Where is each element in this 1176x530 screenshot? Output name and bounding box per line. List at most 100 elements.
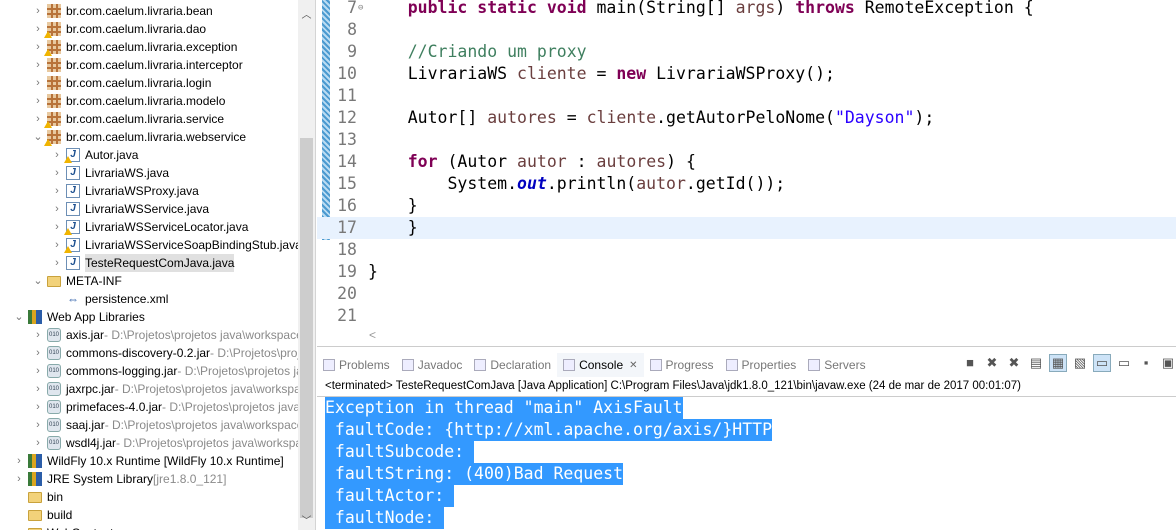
code-editor[interactable]: 7 ⊖ public static void main(String[] args… [317, 0, 1176, 346]
code-line[interactable]: 15 System.out.println(autor.getId()); [317, 173, 1176, 195]
chevron-right-icon[interactable]: › [50, 146, 64, 164]
tree-item[interactable]: ⌄ br.com.caelum.livraria.webservice [31, 128, 246, 146]
word-wrap-icon[interactable]: ▧ [1072, 355, 1088, 371]
tab-problems[interactable]: Problems [317, 353, 396, 377]
chevron-down-icon[interactable]: ⌄ [31, 128, 45, 146]
explorer-scrollbar-thumb[interactable] [300, 138, 313, 518]
code-line[interactable]: 11 [317, 85, 1176, 107]
chevron-right-icon[interactable]: › [50, 200, 64, 218]
chevron-right-icon[interactable]: › [50, 164, 64, 182]
chevron-right-icon[interactable]: › [12, 470, 26, 488]
tree-item[interactable]: › 010 commons-logging.jar - D:\Projetos\pr… [31, 362, 303, 380]
chevron-right-icon[interactable]: › [50, 182, 64, 200]
tree-item[interactable]: › br.com.caelum.livraria.interceptor [31, 56, 243, 74]
chevron-right-icon[interactable]: › [31, 92, 45, 110]
tree-item[interactable]: › br.com.caelum.livraria.exception [31, 38, 237, 56]
chevron-right-icon[interactable]: › [31, 398, 45, 416]
chevron-right-icon[interactable]: › [50, 236, 64, 254]
chevron-right-icon[interactable]: › [31, 38, 45, 56]
tree-item[interactable]: › J LivrariaWSProxy.java [50, 182, 199, 200]
scroll-lock-icon[interactable]: ▦ [1049, 354, 1067, 372]
tree-item[interactable]: › 010 wsdl4j.jar - D:\Projetos\projetos ja… [31, 434, 308, 452]
tree-item[interactable]: › J LivrariaWSService.java [50, 200, 209, 218]
tree-item[interactable]: › 010 commons-discovery-0.2.jar - D:\Proje… [31, 344, 307, 362]
chevron-right-icon[interactable]: › [31, 20, 45, 38]
chevron-right-icon[interactable]: › [50, 218, 64, 236]
tree-item[interactable]: › J LivrariaWSServiceLocator.java [50, 218, 248, 236]
code-line[interactable]: 10 LivrariaWS cliente = new LivrariaWSPr… [317, 63, 1176, 85]
tab-declaration[interactable]: Declaration [468, 353, 557, 377]
tab-properties[interactable]: Properties [720, 353, 803, 377]
tree-item[interactable]: › 010 axis.jar - D:\Projetos\projetos java… [31, 326, 311, 344]
chevron-down-icon[interactable]: ⌄ [31, 272, 45, 290]
tab-progress[interactable]: Progress [644, 353, 720, 377]
tree-item[interactable]: › 010 saaj.jar - D:\Projetos\projetos java… [31, 416, 311, 434]
tree-item[interactable]: › J Autor.java [50, 146, 138, 164]
pin-console-icon[interactable]: ▪ [1138, 355, 1154, 371]
code-line[interactable]: 21 [317, 305, 1176, 327]
code-line[interactable]: 16 } [317, 195, 1176, 217]
chevron-down-icon[interactable]: ⌄ [12, 308, 26, 326]
tree-item[interactable]: › JRE System Library [jre1.8.0_121] [12, 470, 226, 488]
chevron-right-icon[interactable]: › [31, 380, 45, 398]
chevron-right-icon[interactable]: › [31, 56, 45, 74]
code-line[interactable]: 9 //Criando um proxy [317, 41, 1176, 63]
tree-item[interactable]: › J TesteRequestComJava.java [50, 254, 235, 272]
terminate-icon[interactable]: ■ [962, 355, 978, 371]
scroll-left-icon[interactable]: < [369, 328, 376, 342]
code-line[interactable]: 14 for (Autor autor : autores) { [317, 151, 1176, 173]
tree-item-label: br.com.caelum.livraria.login [66, 76, 212, 90]
chevron-right-icon[interactable]: › [31, 434, 45, 452]
tab-label: Progress [665, 358, 714, 372]
code-line[interactable]: 19} [317, 261, 1176, 283]
chevron-right-icon[interactable]: › [31, 344, 45, 362]
code-line[interactable]: 18 [317, 239, 1176, 261]
show-on-stdout-icon[interactable]: ▭ [1093, 354, 1111, 372]
tree-item[interactable]: build [12, 506, 72, 524]
chevron-right-icon[interactable]: › [31, 362, 45, 380]
tree-item[interactable]: ⌄ Web App Libraries [12, 308, 145, 326]
tree-item[interactable]: › J LivrariaWSServiceSoapBindingStub.java [50, 236, 302, 254]
code-line[interactable]: 17 } [317, 217, 1176, 239]
tree-item[interactable]: › J LivrariaWS.java [50, 164, 169, 182]
close-icon[interactable]: ✕ [629, 360, 637, 371]
code-line[interactable]: 12 Autor[] autores = cliente.getAutorPel… [317, 107, 1176, 129]
tree-item[interactable]: WebContent [12, 524, 114, 530]
tree-item[interactable]: › br.com.caelum.livraria.dao [31, 20, 206, 38]
editor-hscrollbar[interactable]: < [317, 328, 1176, 344]
fold-icon[interactable]: ⊖ [358, 0, 363, 19]
remove-launch-icon[interactable]: ✖ [984, 355, 1000, 371]
tab-console[interactable]: Console ✕ [557, 353, 644, 377]
tree-item[interactable]: ⇔ persistence.xml [50, 290, 168, 308]
code-line[interactable]: 13 [317, 129, 1176, 151]
tree-item[interactable]: › 010 primefaces-4.0.jar - D:\Projetos\pro… [31, 398, 312, 416]
chevron-right-icon[interactable]: › [31, 416, 45, 434]
tree-item[interactable]: ⌄ META-INF [31, 272, 121, 290]
display-console-icon[interactable]: ▣ [1160, 355, 1176, 371]
tree-item[interactable]: bin [12, 488, 63, 506]
chevron-right-icon[interactable]: › [31, 326, 45, 344]
code-line[interactable]: 7 ⊖ public static void main(String[] args… [317, 0, 1176, 19]
scroll-down-icon[interactable]: ﹀ [298, 512, 315, 527]
tree-item-label: saaj.jar [66, 418, 105, 432]
tree-item[interactable]: › br.com.caelum.livraria.bean [31, 2, 213, 20]
code-line[interactable]: 20 [317, 283, 1176, 305]
tree-item[interactable]: › WildFly 10.x Runtime [WildFly 10.x Runt… [12, 452, 284, 470]
scroll-up-icon[interactable]: ︿ [298, 6, 315, 21]
code-token: new [616, 64, 647, 83]
tree-item[interactable]: › br.com.caelum.livraria.login [31, 74, 211, 92]
tab-javadoc[interactable]: Javadoc [396, 353, 469, 377]
code-line[interactable]: 8 [317, 19, 1176, 41]
chevron-right-icon[interactable]: › [31, 110, 45, 128]
chevron-right-icon[interactable]: › [31, 2, 45, 20]
tree-item[interactable]: › br.com.caelum.livraria.modelo [31, 92, 225, 110]
chevron-right-icon[interactable]: › [12, 452, 26, 470]
tree-item[interactable]: › br.com.caelum.livraria.service [31, 110, 224, 128]
tree-item[interactable]: › 010 jaxrpc.jar - D:\Projetos\projetos ja… [31, 380, 307, 398]
show-on-stderr-icon[interactable]: ▭ [1116, 355, 1132, 371]
chevron-right-icon[interactable]: › [50, 254, 64, 272]
clear-console-icon[interactable]: ▤ [1028, 355, 1044, 371]
remove-all-icon[interactable]: ✖ [1006, 355, 1022, 371]
tab-servers[interactable]: Servers [802, 353, 871, 377]
chevron-right-icon[interactable]: › [31, 74, 45, 92]
